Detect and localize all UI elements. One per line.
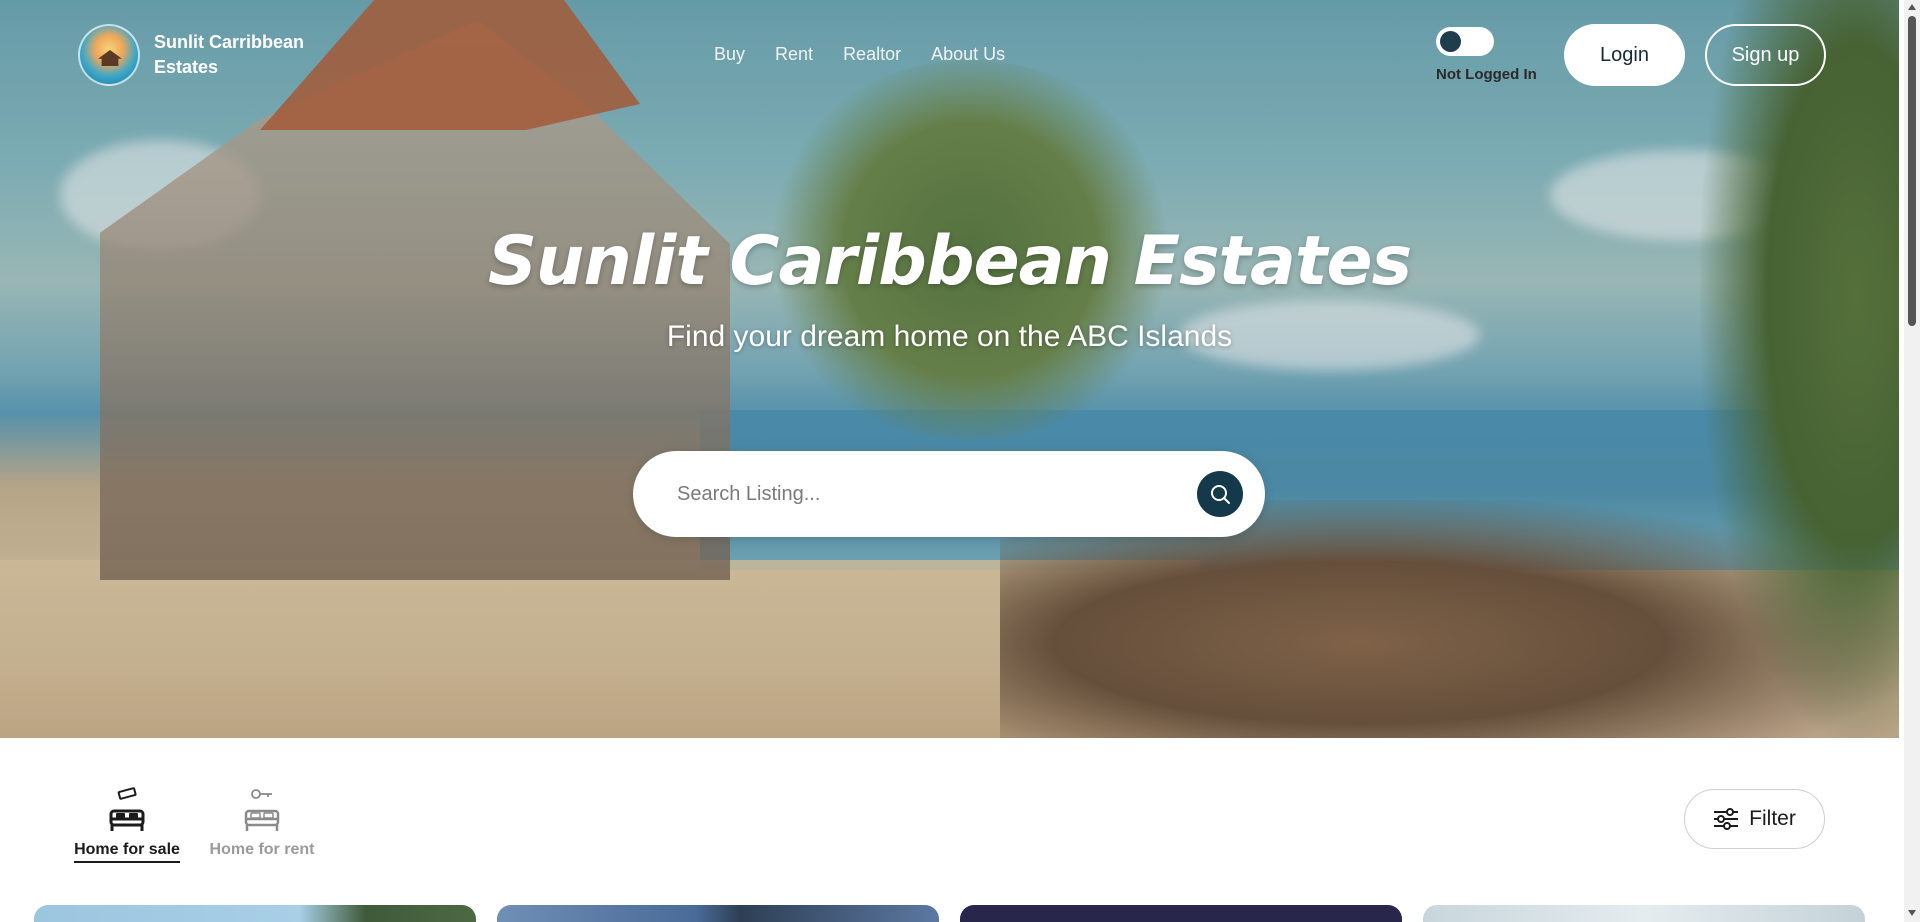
tab-home-for-sale[interactable]: Home for sale (74, 787, 180, 863)
search-input[interactable] (677, 477, 1157, 511)
login-button[interactable]: Login (1564, 24, 1685, 86)
page-scrollbar[interactable] (1904, 0, 1920, 922)
search-bar (633, 451, 1265, 537)
nav-item-about-us[interactable]: About Us (931, 44, 1005, 65)
toggle-knob (1440, 31, 1461, 52)
hero-subtitle: Find your dream home on the ABC Islands (666, 320, 1233, 353)
scroll-up-arrow-icon[interactable] (1908, 4, 1916, 10)
tab-label: Home for rent (209, 841, 315, 858)
bed-key-icon (244, 789, 280, 831)
listing-card[interactable] (497, 905, 939, 922)
tab-label: Home for sale (74, 841, 180, 863)
login-status-label: Not Logged In (1436, 66, 1537, 83)
login-status-toggle[interactable] (1436, 27, 1494, 56)
scrollbar-thumb[interactable] (1908, 16, 1916, 326)
listing-card[interactable] (34, 905, 476, 922)
filter-button[interactable]: Filter (1684, 789, 1825, 849)
brand-logo[interactable] (78, 24, 140, 86)
main-nav: Buy Rent Realtor About Us (714, 44, 1035, 65)
listing-card[interactable] (1423, 905, 1865, 922)
nav-item-buy[interactable]: Buy (714, 44, 745, 65)
search-icon (1211, 485, 1230, 504)
listing-card[interactable] (960, 905, 1402, 922)
bed-money-icon (109, 787, 145, 831)
hero-banner (0, 0, 1899, 738)
nav-item-rent[interactable]: Rent (775, 44, 813, 65)
search-button[interactable] (1197, 471, 1243, 517)
brand-name[interactable]: Sunlit Carribbean Estates (154, 30, 314, 80)
tab-home-for-rent[interactable]: Home for rent (208, 787, 316, 859)
nav-item-realtor[interactable]: Realtor (843, 44, 901, 65)
scroll-down-arrow-icon[interactable] (1908, 910, 1916, 916)
signup-button[interactable]: Sign up (1705, 24, 1826, 86)
logo-hut-icon (98, 50, 122, 66)
sliders-icon (1714, 808, 1739, 830)
hero-title: Sunlit Caribbean Estates (487, 222, 1412, 301)
hero-overlay (0, 0, 1899, 738)
filter-label: Filter (1749, 807, 1796, 830)
